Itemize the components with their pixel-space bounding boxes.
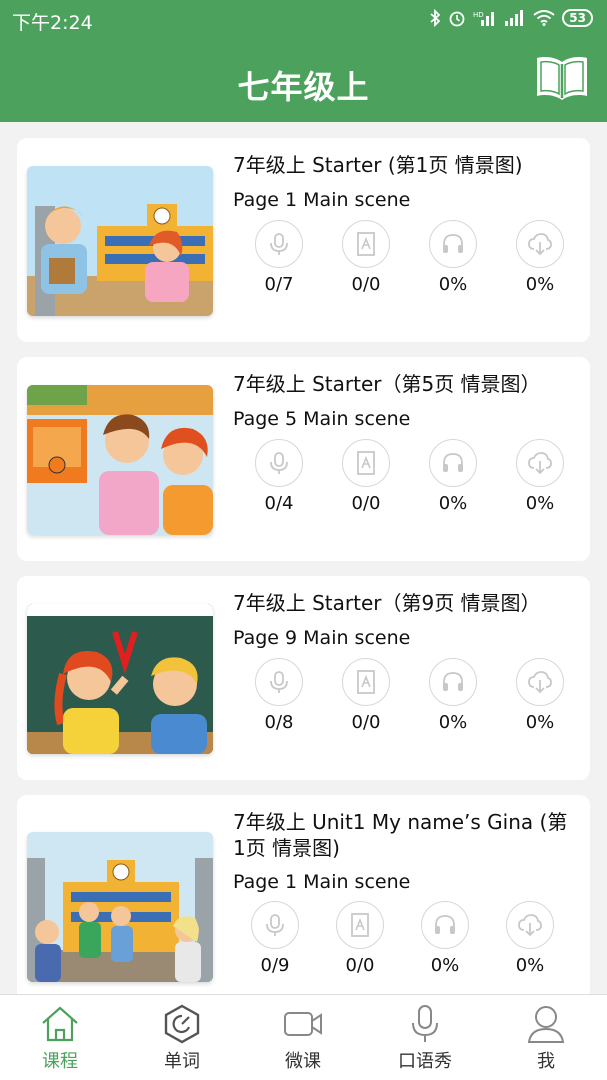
tab-words[interactable]: 单词 [132, 995, 232, 1080]
listen-percent: 0% [438, 274, 468, 295]
cloud-download-icon [528, 671, 552, 694]
lesson-subtitle: Page 1 Main scene [233, 189, 411, 211]
text-stat[interactable]: 0/0 [336, 658, 396, 733]
bluetooth-icon [430, 9, 441, 27]
record-stat[interactable]: 0/4 [249, 439, 309, 514]
headphones-icon [443, 234, 463, 253]
text-count: 0/0 [345, 955, 375, 976]
lesson-subtitle: Page 9 Main scene [233, 627, 411, 649]
tab-label: 微课 [285, 1051, 321, 1072]
download-stat[interactable]: 0% [500, 901, 560, 976]
text-count: 0/0 [351, 274, 381, 295]
text-document-icon [357, 232, 375, 256]
listen-stat[interactable]: 0% [415, 901, 475, 976]
tab-micro-lessons[interactable]: 微课 [253, 995, 353, 1080]
headphones-icon [435, 915, 455, 934]
text-count: 0/0 [351, 712, 381, 733]
alarm-icon [449, 11, 465, 27]
download-percent: 0% [525, 274, 555, 295]
bottom-tab-bar: 课程 单词 微课 口语秀 我 [0, 994, 607, 1080]
download-stat[interactable]: 0% [510, 439, 570, 514]
listen-stat[interactable]: 0% [423, 220, 483, 295]
lesson-stats: 0/8 0/0 0% 0% [249, 658, 579, 738]
lesson-card[interactable]: 7年级上 Unit1 My name’s Gina (第1页 情景图) Page… [17, 795, 590, 994]
lesson-stats: 0/9 0/0 0% 0% [245, 901, 575, 981]
headphones-icon [443, 672, 463, 691]
listen-percent: 0% [438, 712, 468, 733]
text-document-icon [351, 913, 369, 937]
battery-indicator: 53 [562, 9, 593, 27]
text-stat[interactable]: 0/0 [330, 901, 390, 976]
hexagon-word-icon [164, 1004, 200, 1044]
cloud-download-icon [528, 233, 552, 256]
lesson-thumbnail [27, 385, 213, 535]
lesson-title: 7年级上 Starter（第5页 情景图） [233, 372, 541, 396]
app-header: 下午2:24 HD 53 七年级上 [0, 0, 607, 122]
record-stat[interactable]: 0/7 [249, 220, 309, 295]
lesson-card[interactable]: 7年级上 Starter（第5页 情景图） Page 5 Main scene … [17, 357, 590, 561]
tab-label: 课程 [42, 1051, 78, 1072]
tab-label: 我 [537, 1051, 555, 1072]
status-bar: 下午2:24 HD 53 [0, 0, 607, 40]
lesson-title: 7年级上 Unit1 My name’s Gina (第1页 情景图) [233, 810, 568, 860]
signal-icon [505, 10, 524, 26]
record-count: 0/8 [264, 712, 294, 733]
listen-percent: 0% [438, 493, 468, 514]
text-document-icon [357, 451, 375, 475]
headphones-icon [443, 453, 463, 472]
text-count: 0/0 [351, 493, 381, 514]
download-stat[interactable]: 0% [510, 658, 570, 733]
record-count: 0/4 [264, 493, 294, 514]
tab-speaking-show[interactable]: 口语秀 [375, 995, 475, 1080]
lesson-stats: 0/4 0/0 0% 0% [249, 439, 579, 519]
cloud-download-icon [528, 452, 552, 475]
record-count: 0/9 [260, 955, 290, 976]
tab-me[interactable]: 我 [496, 995, 596, 1080]
microphone-icon [270, 671, 288, 693]
tab-label: 口语秀 [398, 1051, 452, 1072]
lesson-card[interactable]: 7年级上 Starter (第1页 情景图) Page 1 Main scene… [17, 138, 590, 342]
lesson-thumbnail [27, 604, 213, 754]
book-icon[interactable] [533, 54, 591, 104]
listen-percent: 0% [430, 955, 460, 976]
svg-text:HD: HD [473, 11, 484, 19]
user-icon [527, 1006, 565, 1043]
home-icon [42, 1006, 78, 1042]
hd-signal-icon: HD [473, 11, 495, 26]
record-stat[interactable]: 0/9 [245, 901, 305, 976]
record-count: 0/7 [264, 274, 294, 295]
video-camera-icon [284, 1012, 322, 1036]
lesson-list[interactable]: 7年级上 Starter (第1页 情景图) Page 1 Main scene… [0, 122, 607, 994]
text-stat[interactable]: 0/0 [336, 439, 396, 514]
text-document-icon [357, 670, 375, 694]
cloud-download-icon [518, 914, 542, 937]
lesson-thumbnail [27, 166, 213, 316]
wifi-icon [533, 10, 555, 26]
record-stat[interactable]: 0/8 [249, 658, 309, 733]
lesson-subtitle: Page 5 Main scene [233, 408, 411, 430]
microphone-icon [266, 914, 284, 936]
microphone-icon [270, 452, 288, 474]
download-stat[interactable]: 0% [510, 220, 570, 295]
download-percent: 0% [525, 712, 555, 733]
lesson-title: 7年级上 Starter（第9页 情景图） [233, 591, 541, 615]
listen-stat[interactable]: 0% [423, 658, 483, 733]
microphone-icon [412, 1005, 438, 1042]
page-title: 七年级上 [237, 68, 370, 106]
lesson-title: 7年级上 Starter (第1页 情景图) [233, 153, 523, 177]
tab-label: 单词 [164, 1051, 200, 1072]
status-icons: HD 53 [429, 9, 593, 27]
tab-courses[interactable]: 课程 [10, 995, 110, 1080]
status-time: 下午2:24 [12, 12, 93, 34]
listen-stat[interactable]: 0% [423, 439, 483, 514]
download-percent: 0% [525, 493, 555, 514]
lesson-subtitle: Page 1 Main scene [233, 871, 411, 893]
lesson-stats: 0/7 0/0 0% 0% [249, 220, 579, 300]
microphone-icon [270, 233, 288, 255]
text-stat[interactable]: 0/0 [336, 220, 396, 295]
lesson-card[interactable]: 7年级上 Starter（第9页 情景图） Page 9 Main scene … [17, 576, 590, 780]
lesson-thumbnail [27, 832, 213, 982]
download-percent: 0% [515, 955, 545, 976]
